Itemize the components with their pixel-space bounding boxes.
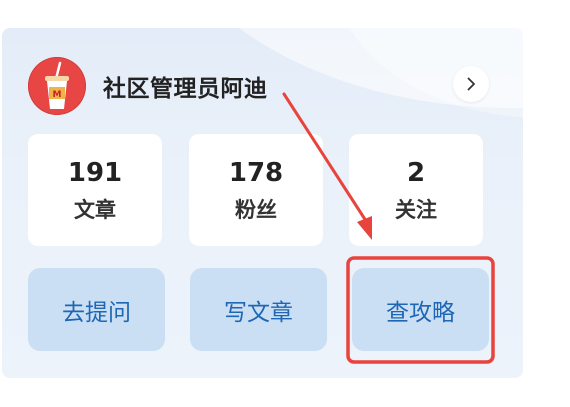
user-card: M 社区管理员阿迪 191 文章 178 粉丝 2 关注 去提问 写文章 查攻略 <box>2 28 523 378</box>
avatar-cup-icon: M <box>28 57 86 115</box>
stat-label: 关注 <box>395 198 437 222</box>
write-article-button[interactable]: 写文章 <box>190 268 327 351</box>
ask-question-button[interactable]: 去提问 <box>28 268 165 351</box>
stat-value: 191 <box>67 158 123 188</box>
stage: M 社区管理员阿迪 191 文章 178 粉丝 2 关注 去提问 写文章 查攻略 <box>0 0 570 407</box>
stat-value: 2 <box>406 158 426 188</box>
stat-followers[interactable]: 178 粉丝 <box>189 134 323 246</box>
stat-label: 文章 <box>74 198 116 222</box>
stat-value: 178 <box>228 158 284 188</box>
more-button[interactable] <box>453 66 489 102</box>
stat-articles[interactable]: 191 文章 <box>28 134 162 246</box>
stat-label: 粉丝 <box>235 198 277 222</box>
avatar[interactable]: M <box>28 57 86 115</box>
chevron-right-icon <box>467 77 475 91</box>
username[interactable]: 社区管理员阿迪 <box>103 69 268 103</box>
profile-header: M 社区管理员阿迪 <box>28 57 268 115</box>
svg-text:M: M <box>53 90 62 100</box>
stat-following[interactable]: 2 关注 <box>349 134 483 246</box>
view-guides-button[interactable]: 查攻略 <box>352 268 489 351</box>
